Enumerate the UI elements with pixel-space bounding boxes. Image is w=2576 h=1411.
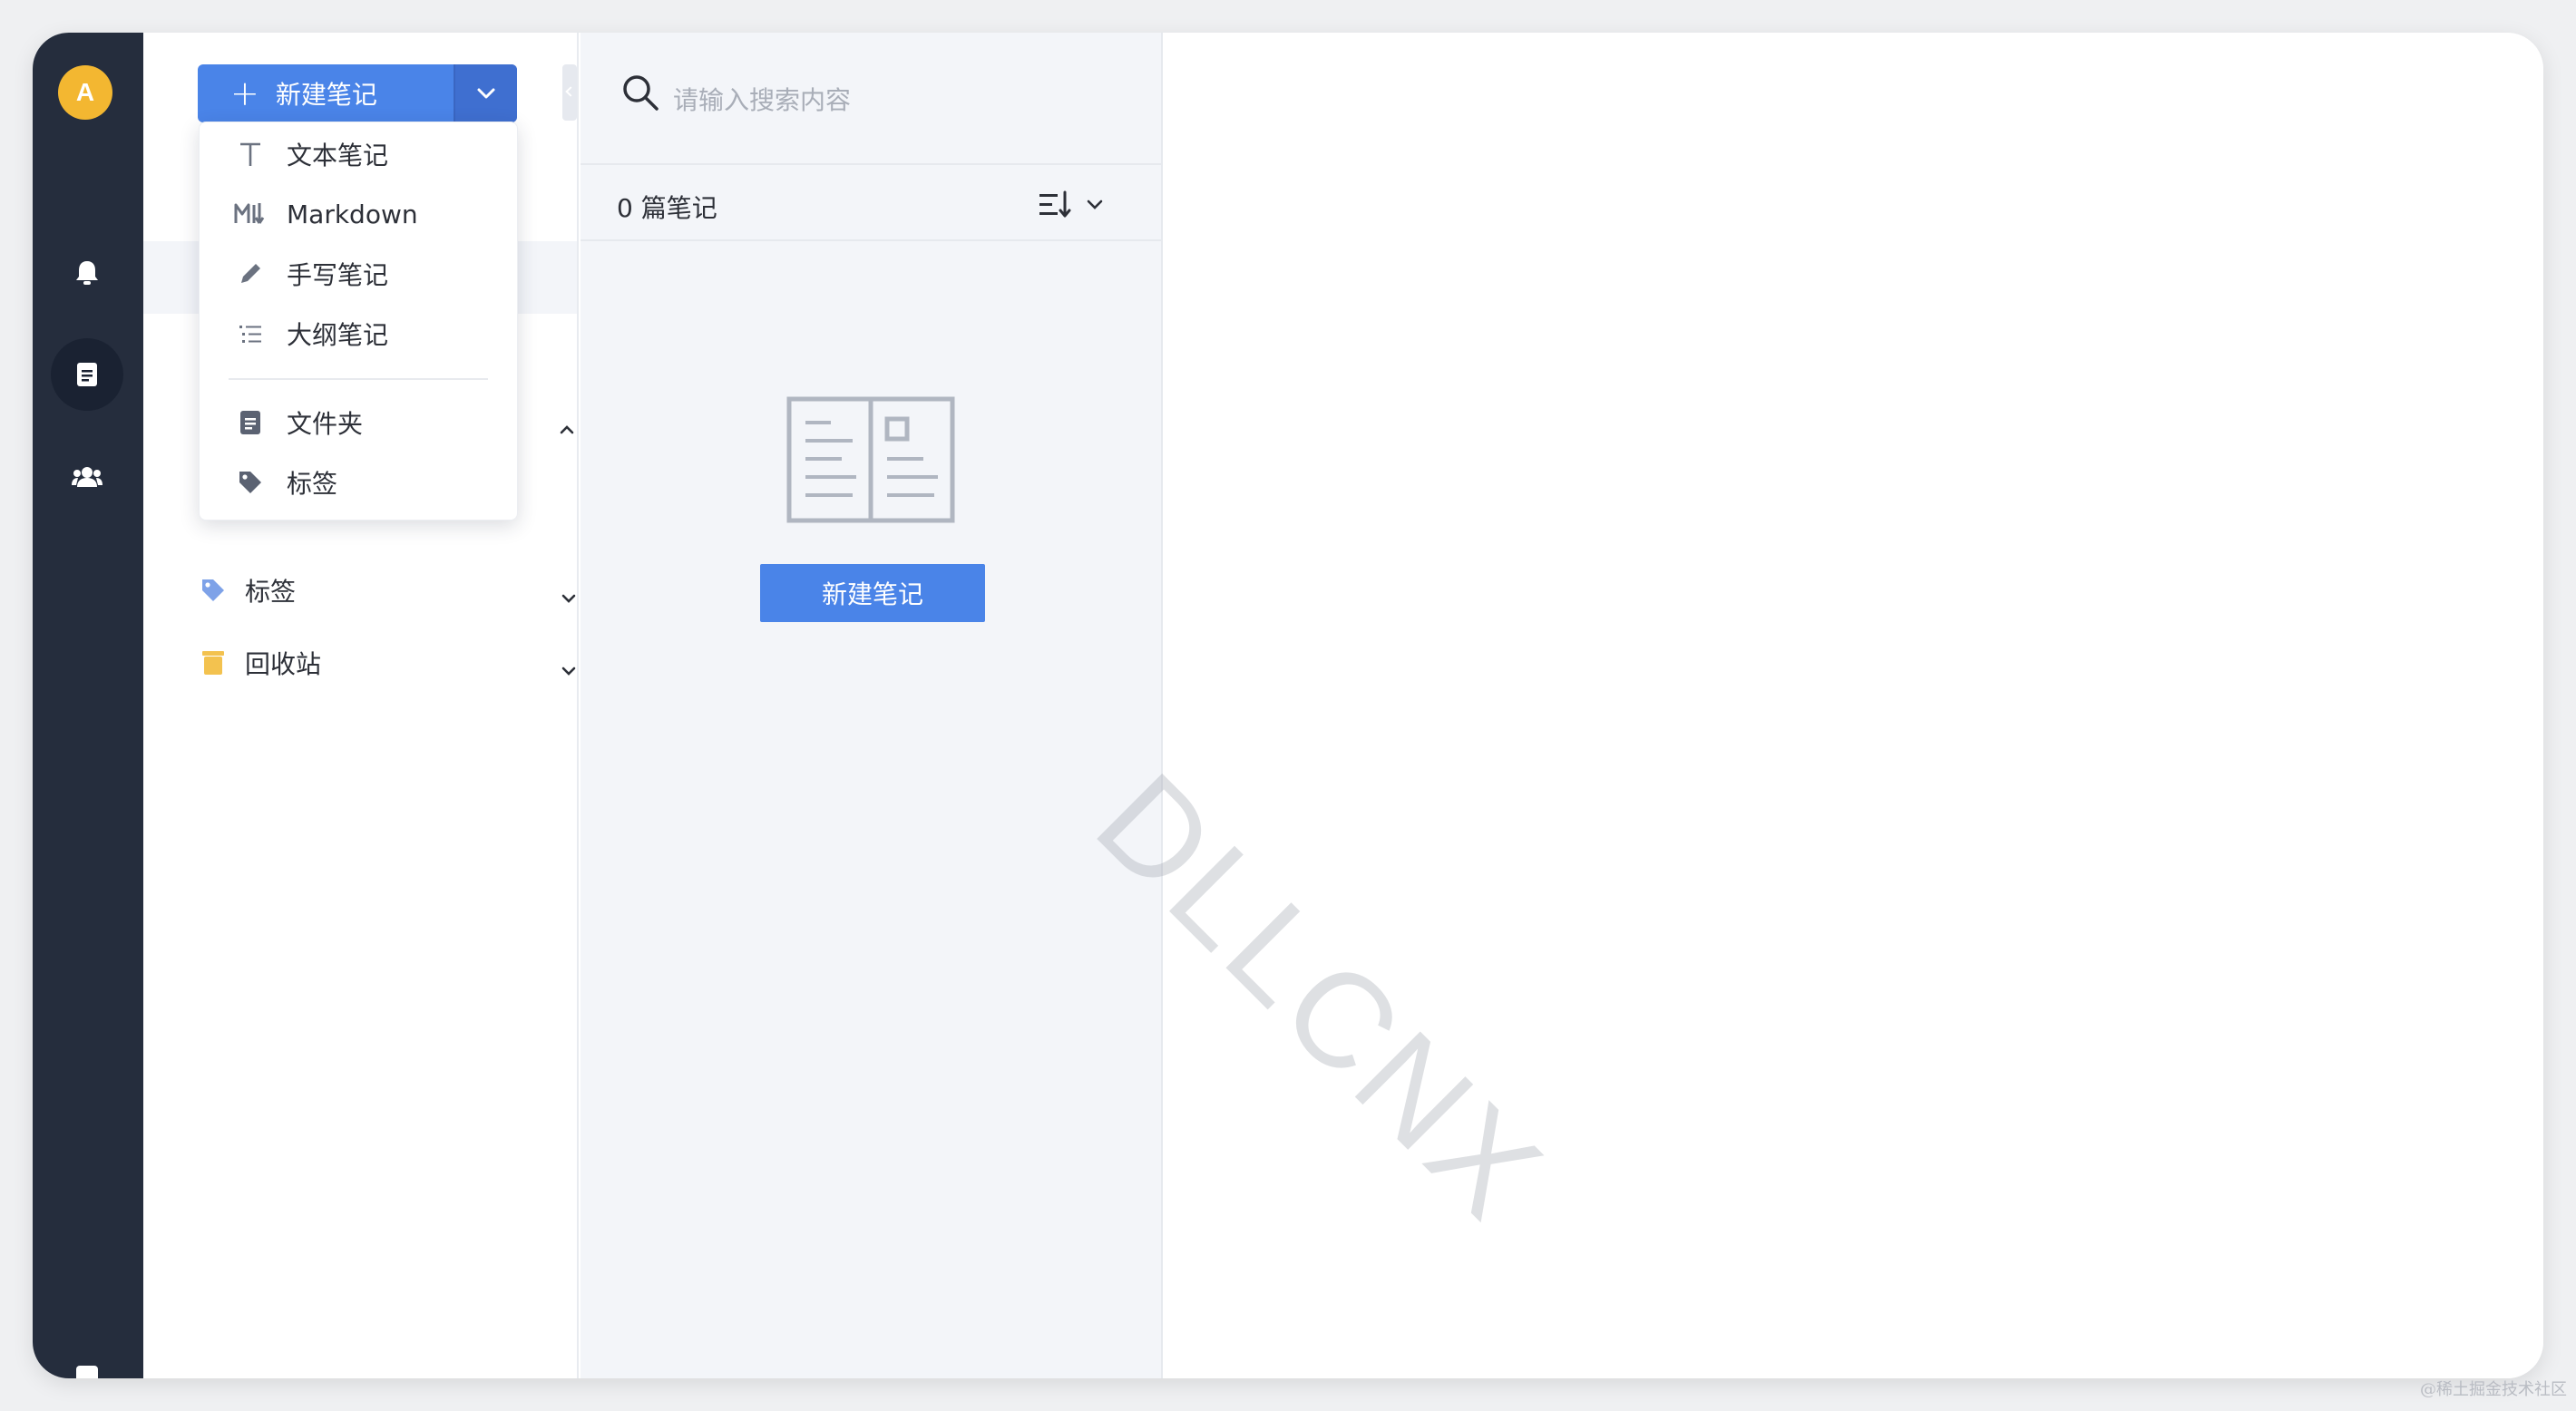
sort-icon [1039,190,1071,218]
menu-item-outline[interactable]: 大纲笔记 [232,311,388,356]
settings-icon[interactable] [76,1366,98,1378]
menu-item-label: 文件夹 [287,409,364,439]
sidebar-item-label: 标签 [245,577,297,607]
menu-item-label: Markdown [287,199,418,229]
editor-area [1165,33,2543,1378]
menu-item-label: 标签 [287,469,338,499]
app-window: A + 新建笔记 标签 回收站 请输入搜索内容 0 篇笔记 新建笔记 DLLCN… [33,33,2543,1378]
tag-icon [232,464,268,501]
chevron-down-icon[interactable] [561,593,577,604]
notifications-button[interactable] [51,237,123,309]
new-note-label: 新建笔记 [275,80,377,110]
empty-notebook-illustration [786,396,955,523]
note-count: 0 篇笔记 [617,193,717,223]
menu-item-folder[interactable]: 文件夹 [232,400,363,445]
avatar[interactable]: A [58,65,112,120]
menu-item-label: 大纲笔记 [287,320,389,350]
menu-divider [229,378,488,380]
new-note-menu: 文本笔记 Markdown 手写笔记 大纲笔记 文件夹 标签 [199,122,518,521]
menu-item-label: 文本笔记 [287,141,389,170]
site-watermark: @稀土掘金技术社区 [2420,1380,2567,1399]
new-note-dropdown-toggle[interactable] [454,64,517,122]
sidebar-item-trash[interactable]: 回收站 [198,640,321,686]
new-note-button[interactable]: + 新建笔记 [198,64,454,122]
sort-button[interactable] [1038,185,1110,225]
notes-nav-button[interactable] [51,338,123,411]
chevron-down-icon[interactable] [561,666,577,676]
search-bar [581,33,1161,165]
markdown-icon [232,196,268,232]
plus-icon: + [230,73,259,113]
chevron-down-icon [1087,199,1103,209]
team-icon [72,467,102,487]
folder-doc-icon [232,404,268,441]
menu-item-text-note[interactable]: 文本笔记 [232,131,388,177]
note-icon [77,363,97,386]
menu-item-label: 手写笔记 [287,260,389,290]
trash-icon [198,647,229,678]
notes-list-panel: 0 篇笔记 [581,33,1163,1378]
outline-list-icon [232,316,268,352]
search-input[interactable] [673,80,1108,120]
sidebar-item-label: 回收站 [245,649,322,679]
sidebar-item-tags[interactable]: 标签 [198,568,296,613]
tag-icon [198,575,229,606]
menu-item-handwriting[interactable]: 手写笔记 [232,251,388,297]
menu-item-markdown[interactable]: Markdown [232,191,418,237]
pen-icon [232,256,268,292]
bell-icon [76,261,98,285]
search-icon[interactable] [620,73,660,112]
list-header: 0 篇笔记 [581,167,1161,241]
chevron-down-icon [477,88,495,99]
team-nav-button[interactable] [51,441,123,513]
collapse-sidebar-button[interactable] [562,64,577,121]
nav-rail: A [33,33,143,1378]
text-icon [232,136,268,172]
empty-new-note-button[interactable]: 新建笔记 [760,564,985,622]
menu-item-tag[interactable]: 标签 [232,460,337,505]
chevron-up-icon[interactable] [559,424,575,435]
new-note-split-button: + 新建笔记 [198,64,517,122]
